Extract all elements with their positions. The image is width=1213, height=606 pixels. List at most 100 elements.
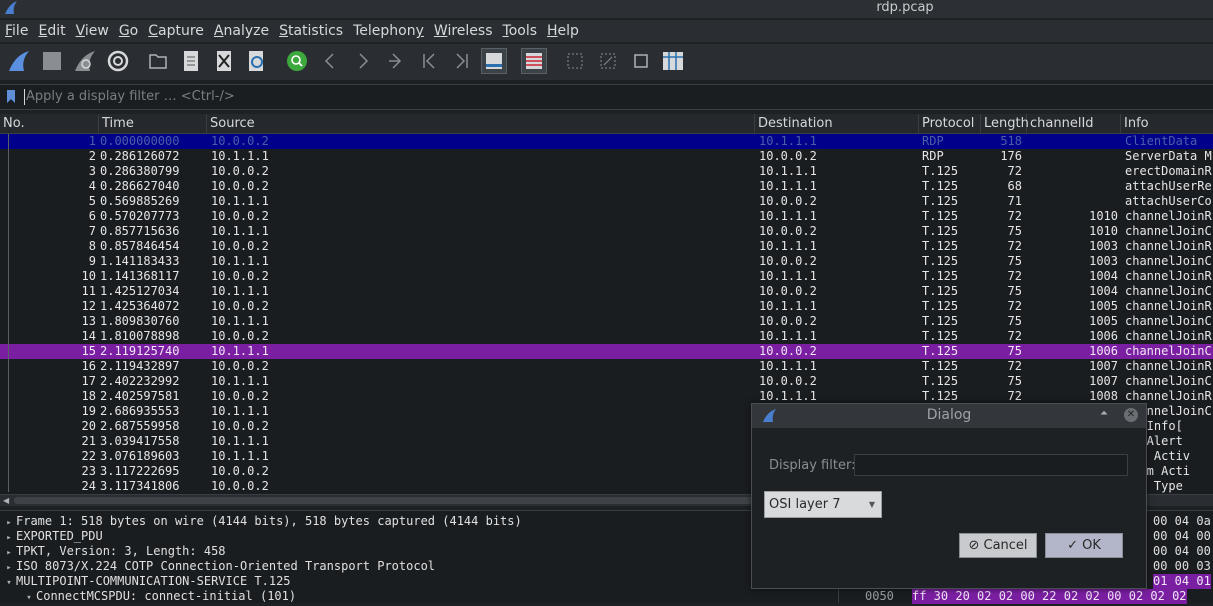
column-source[interactable]: Source (207, 114, 755, 134)
packet-row[interactable]: 15 2.119125740 10.1.1.1 10.0.0.2 T.125 75 1006… (0, 344, 1213, 359)
colorize-icon[interactable] (521, 48, 547, 74)
packet-cell-info: ClientData (1125, 134, 1198, 148)
packet-cell-chan: 1006 (1089, 329, 1118, 343)
column-time[interactable]: Time (99, 114, 207, 134)
packet-row[interactable]: 13 1.809830760 10.1.1.1 10.0.0.2 T.125 75 1005… (0, 314, 1213, 329)
detail-tree-item[interactable]: ▾ MULTIPOINT-COMMUNICATION-SERVICE T.125 (2, 574, 290, 591)
detail-tree-item[interactable]: ▸ EXPORTED_PDU (2, 529, 102, 544)
detail-tree-item[interactable]: ▸ ISO 8073/X.224 COTP Connection-Oriented… (2, 559, 435, 574)
packet-row[interactable]: 17 2.402232992 10.1.1.1 10.0.0.2 T.125 75 1007… (0, 374, 1213, 389)
detail-text: Frame 1: 518 bytes on wire (4144 bits), … (16, 514, 522, 528)
packet-cell-chan: 1003 (1089, 254, 1118, 268)
packet-cell-dst: 10.1.1.1 (759, 269, 817, 283)
close-file-icon[interactable] (211, 48, 237, 74)
packet-row[interactable]: 9 1.141183433 10.1.1.1 10.0.0.2 T.125 75 1003 c… (0, 254, 1213, 269)
go-first-packet-icon[interactable] (416, 48, 442, 74)
menu-tools[interactable]: Tools (498, 20, 543, 42)
scrollbar-thumb[interactable] (14, 497, 754, 504)
menu-help[interactable]: Help (542, 20, 584, 42)
dialog-titlebar[interactable]: Dialog ⏶ ✕ (752, 404, 1146, 428)
open-file-icon[interactable] (145, 48, 171, 74)
menu-analyze[interactable]: Analyze (209, 20, 274, 42)
ok-button[interactable]: ✓ OK (1045, 533, 1123, 558)
layer-select[interactable]: OSI layer 7 ▼ (764, 491, 882, 518)
go-last-packet-icon[interactable] (449, 48, 475, 74)
bookmark-icon[interactable] (7, 90, 15, 103)
packet-cell-len: 68 (1007, 179, 1022, 193)
packet-row[interactable]: 3 0.286380799 10.0.0.2 10.1.1.1 T.125 72 erect… (0, 164, 1213, 179)
start-capture-icon[interactable] (6, 48, 32, 74)
zoom-in-icon[interactable] (562, 48, 588, 74)
packet-row[interactable]: 4 0.286627040 10.0.0.2 10.1.1.1 T.125 68 attac… (0, 179, 1213, 194)
packet-row[interactable]: 6 0.570207773 10.0.0.2 10.1.1.1 T.125 72 1010 c… (0, 209, 1213, 224)
restart-capture-icon[interactable] (72, 48, 98, 74)
menu-wireless[interactable]: Wireless (429, 20, 498, 42)
menu-telephony[interactable]: Telephony (348, 20, 429, 42)
menu-statistics[interactable]: Statistics (274, 20, 348, 42)
packet-cell-proto: T.125 (922, 359, 959, 373)
packet-row[interactable]: 11 1.425127034 10.1.1.1 10.0.0.2 T.125 75 1004… (0, 284, 1213, 299)
packet-cell-dst: 10.1.1.1 (759, 164, 817, 178)
go-back-icon[interactable] (317, 48, 343, 74)
save-file-icon[interactable] (178, 48, 204, 74)
menu-edit[interactable]: Edit (33, 20, 70, 42)
packet-row[interactable]: 8 0.857846454 10.0.0.2 10.1.1.1 T.125 72 1003 c… (0, 239, 1213, 254)
packet-cell-dst: 10.0.0.2 (759, 374, 817, 388)
packet-cell-time: 0.569885269 (100, 194, 180, 208)
packet-cell-no: 23 (81, 464, 96, 478)
packet-cell-no: 1 (88, 134, 96, 148)
display-filter-field[interactable] (854, 454, 1128, 476)
zoom-out-icon[interactable] (595, 48, 621, 74)
detail-tree-item[interactable]: ▸ TPKT, Version: 3, Length: 458 (2, 544, 225, 559)
expand-toggle-icon[interactable]: ▾ (2, 576, 16, 591)
packet-cell-dst: 10.0.0.2 (759, 284, 817, 298)
menu-go[interactable]: Go (114, 20, 143, 42)
column-destination[interactable]: Destination (755, 114, 919, 134)
auto-scroll-icon[interactable] (481, 48, 507, 74)
packet-row[interactable]: 5 0.569885269 10.1.1.1 10.0.0.2 T.125 71 attac… (0, 194, 1213, 209)
packet-row[interactable]: 7 0.857715636 10.1.1.1 10.0.0.2 T.125 75 1010 c… (0, 224, 1213, 239)
packet-cell-info: channelJoinR (1125, 389, 1212, 403)
normal-size-icon[interactable] (628, 48, 654, 74)
column-length[interactable]: Length (981, 114, 1029, 134)
display-filter-input[interactable]: Apply a display filter … <Ctrl-/> (26, 89, 235, 104)
maximize-icon[interactable]: ⏶ (1100, 408, 1108, 419)
packet-row[interactable]: 2 0.286126072 10.1.1.1 10.0.0.2 RDP 176 Server… (0, 149, 1213, 164)
cancel-button[interactable]: ⊘ Cancel (959, 533, 1037, 558)
packet-row[interactable]: 14 1.810078898 10.0.0.2 10.1.1.1 T.125 72 1006… (0, 329, 1213, 344)
expand-toggle-icon[interactable]: ▾ (22, 591, 36, 606)
go-to-packet-icon[interactable] (383, 48, 409, 74)
find-packet-icon[interactable] (284, 48, 310, 74)
column-no[interactable]: No. (0, 114, 99, 134)
resize-columns-icon[interactable] (660, 48, 686, 74)
packet-cell-len: 72 (1007, 329, 1022, 343)
stop-capture-icon[interactable] (39, 48, 65, 74)
packet-cell-dst: 10.0.0.2 (759, 224, 817, 238)
display-filter-label: Display filter: (769, 458, 856, 473)
detail-tree-item[interactable]: ▸ Frame 1: 518 bytes on wire (4144 bits),… (2, 514, 522, 529)
packet-row[interactable]: 18 2.402597581 10.0.0.2 10.1.1.1 T.125 72 1008… (0, 389, 1213, 404)
packet-row[interactable]: 12 1.425364072 10.0.0.2 10.1.1.1 T.125 72 1005… (0, 299, 1213, 314)
column-protocol[interactable]: Protocol (919, 114, 981, 134)
packet-row[interactable]: 10 1.141368117 10.0.0.2 10.1.1.1 T.125 72 1004… (0, 269, 1213, 284)
packet-cell-no: 9 (88, 254, 96, 268)
capture-options-icon[interactable] (105, 48, 131, 74)
packet-cell-time: 1.141183433 (100, 254, 180, 268)
detail-tree-item[interactable]: ▾ ConnectMCSPDU: connect-initial (101) (22, 589, 296, 604)
packet-cell-info: channelJoinR (1125, 329, 1212, 343)
column-info[interactable]: Info (1121, 114, 1213, 134)
menu-capture[interactable]: Capture (143, 20, 209, 42)
reload-file-icon[interactable] (244, 48, 270, 74)
packet-row[interactable]: 16 2.119432897 10.0.0.2 10.1.1.1 T.125 72 1007… (0, 359, 1213, 374)
packet-row[interactable]: 1 0.000000000 10.0.0.2 10.1.1.1 RDP 518 Client… (0, 134, 1213, 149)
packet-cell-chan: 1007 (1089, 359, 1118, 373)
packet-cell-src: 10.0.0.2 (211, 209, 269, 223)
scroll-left-icon[interactable]: ◀ (3, 496, 9, 505)
column-channelid[interactable]: channelId (1027, 114, 1121, 134)
packet-cell-len: 72 (1007, 239, 1022, 253)
menu-file[interactable]: File (0, 20, 33, 42)
close-icon[interactable]: ✕ (1124, 408, 1138, 422)
menu-view[interactable]: View (71, 20, 114, 42)
go-forward-icon[interactable] (350, 48, 376, 74)
packet-cell-no: 15 (81, 344, 96, 358)
